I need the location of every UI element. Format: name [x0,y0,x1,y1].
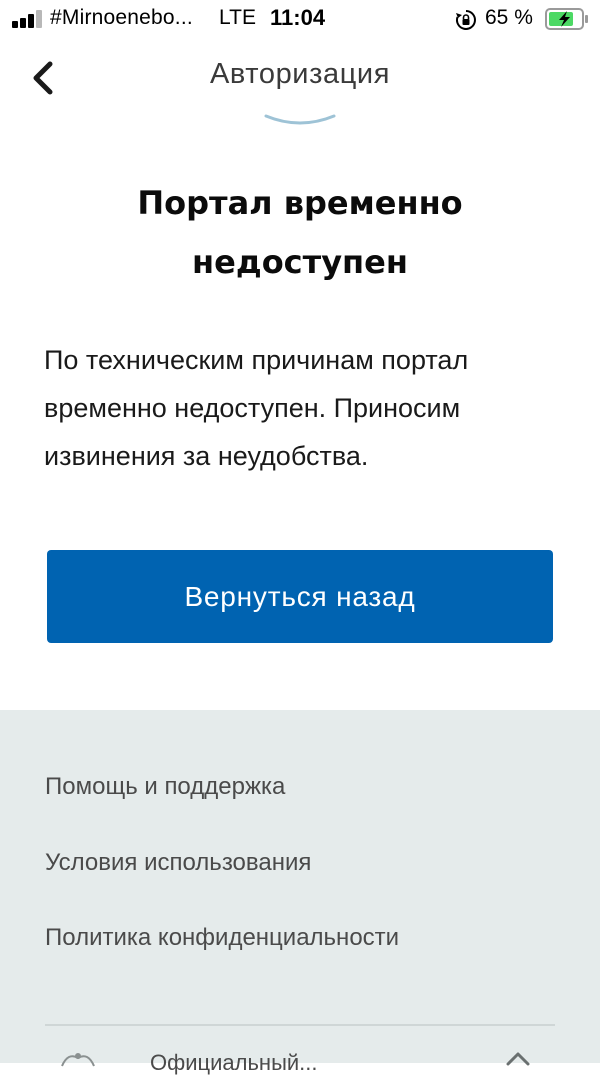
error-message: По техническим причинам портал временно … [44,336,564,480]
error-message-line: извинения за неудобства. [44,441,369,471]
footer-link-terms[interactable]: Условия использования [45,849,311,877]
nav-title: Авторизация [209,58,391,90]
status-bar: #Mirnoenebo... LTE 11:04 65 % [0,0,600,40]
page-title-line: Портал временно [137,184,463,222]
rotation-lock-icon [456,10,476,30]
illustration-arc [264,114,336,125]
chevron-up-icon[interactable] [505,1050,531,1066]
battery-charging-icon [545,8,588,30]
footer-official-text: Официальный... [150,1050,318,1075]
signal-strength-icon [12,10,42,28]
emblem-icon [61,1053,95,1067]
carrier-name: #Mirnoenebo... [50,6,193,29]
footer-divider [45,1024,555,1026]
status-time: 11:04 [270,5,326,30]
footer: Помощь и поддержка Условия использования… [0,710,600,1075]
battery-percent: 65 % [485,6,533,29]
go-back-button[interactable]: Вернуться назад [47,550,553,643]
network-type: LTE [219,6,256,29]
footer-link-privacy[interactable]: Политика конфиденциальности [45,924,399,952]
page-title: Портал временно недоступен [60,174,540,292]
footer-link-help[interactable]: Помощь и поддержка [45,773,285,801]
nav-bar: Авторизация [0,44,600,114]
error-message-line: По техническим причинам портал [44,345,469,375]
error-message-line: временно недоступен. Приносим [44,393,461,423]
page-title-line: недоступен [192,243,408,281]
